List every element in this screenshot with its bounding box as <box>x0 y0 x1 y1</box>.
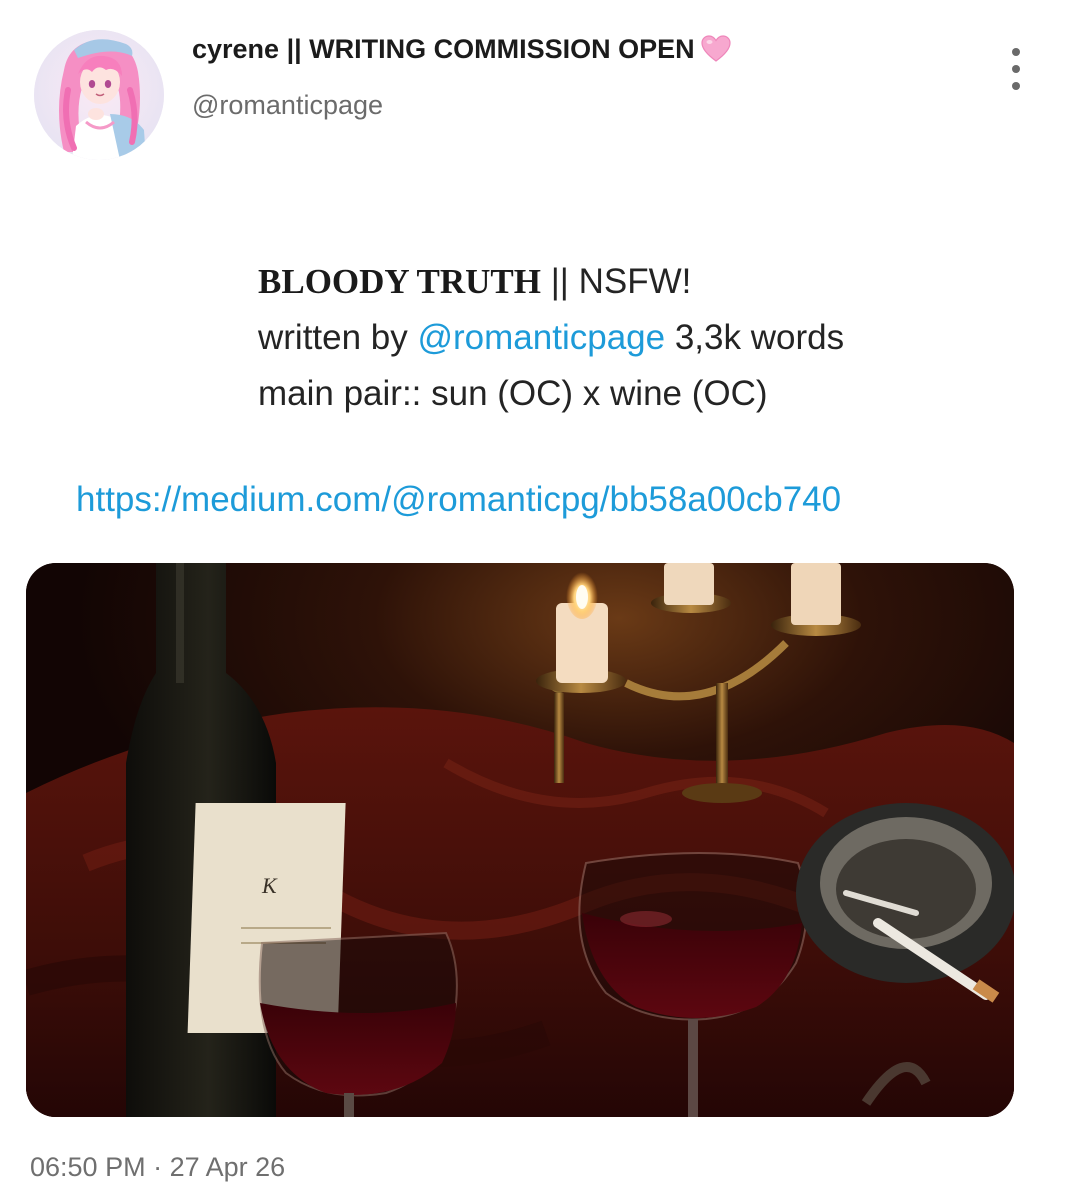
avatar-image <box>34 30 164 160</box>
pink-heart-icon <box>701 35 731 63</box>
story-title: BLOODY TRUTH <box>258 262 541 301</box>
title-suffix: || NSFW! <box>540 262 692 301</box>
timestamp-time: 06:50 PM <box>30 1152 146 1182</box>
avatar[interactable] <box>34 30 164 160</box>
written-by-label: written by <box>258 318 418 357</box>
wine-candles-photo: K <box>26 563 1014 1117</box>
pairing-line: main pair:: sun (OC) x wine (OC) <box>258 374 768 413</box>
user-handle[interactable]: @romanticpage <box>192 90 383 121</box>
author-mention-link[interactable]: @romanticpage <box>418 318 666 357</box>
timestamp[interactable]: 06:50 PM · 27 Apr 26 <box>30 1152 285 1183</box>
timestamp-separator: · <box>145 1152 170 1182</box>
word-count: 3,3k words <box>665 318 845 357</box>
display-name[interactable]: cyrene || WRITING COMMISSION OPEN <box>192 34 731 65</box>
tweet-card: cyrene || WRITING COMMISSION OPEN @roman… <box>0 0 1074 1200</box>
display-name-text: cyrene || WRITING COMMISSION OPEN <box>192 34 695 64</box>
external-link[interactable]: https://medium.com/@romanticpg/bb58a00cb… <box>76 480 841 520</box>
author-line: written by @romanticpage 3,3k words <box>258 310 844 366</box>
timestamp-date: 27 Apr 26 <box>169 1152 286 1182</box>
three-dots-vertical-icon <box>1012 65 1020 73</box>
three-dots-vertical-icon <box>1012 48 1020 56</box>
three-dots-vertical-icon <box>1012 82 1020 90</box>
media-image[interactable]: K <box>26 563 1014 1117</box>
tweet-text: BLOODY TRUTH || NSFW! written by @romant… <box>258 254 844 422</box>
title-line: BLOODY TRUTH || NSFW! <box>258 254 844 310</box>
more-options-button[interactable] <box>1000 48 1032 90</box>
svg-text:K: K <box>261 873 278 898</box>
